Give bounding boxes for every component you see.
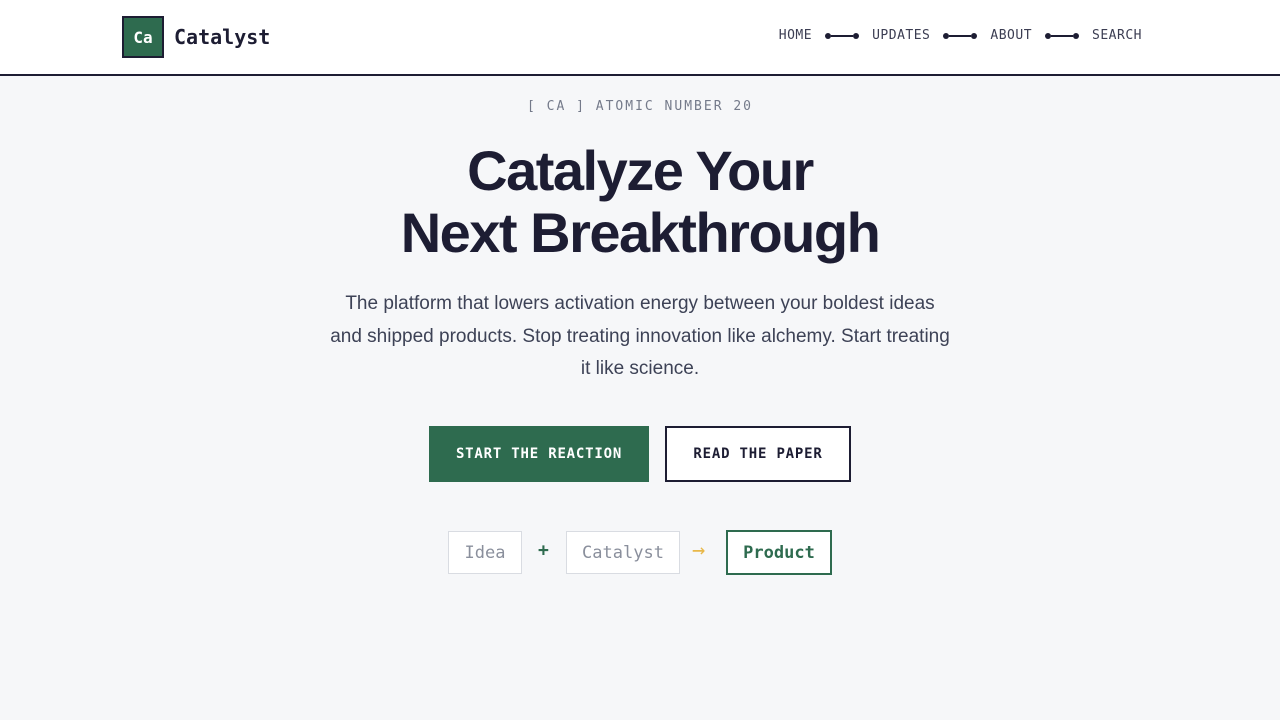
site-header: Ca Catalyst HOME UPDATES ABOUT SEARCH	[0, 0, 1280, 76]
product-chip: Product	[726, 530, 832, 575]
headline-line-2: Next Breakthrough	[400, 201, 881, 264]
bond-divider-icon	[825, 32, 860, 39]
main-nav: HOME UPDATES ABOUT SEARCH	[779, 28, 1142, 43]
hero-headline: Catalyze Your Next Breakthrough	[0, 140, 1280, 264]
bond-divider-icon	[1045, 32, 1080, 39]
logo-text: Catalyst	[174, 25, 271, 49]
headline-line-1: Catalyze Your	[467, 139, 814, 202]
reactant-idea-chip: Idea	[448, 531, 522, 574]
logo-link[interactable]: Ca Catalyst	[122, 16, 270, 58]
reactant-catalyst-chip: Catalyst	[566, 531, 680, 574]
plus-operator: +	[538, 540, 549, 561]
bond-divider-icon	[943, 32, 978, 39]
start-reaction-button[interactable]: START THE REACTION	[429, 426, 649, 482]
nav-about-link[interactable]: ABOUT	[990, 28, 1032, 43]
hero-eyebrow: [ CA ] ATOMIC NUMBER 20	[526, 99, 753, 114]
hero-subtext: The platform that lowers activation ener…	[330, 293, 950, 379]
read-paper-button[interactable]: READ THE PAPER	[665, 426, 851, 482]
reaction-equation: Idea + Catalyst → Product	[0, 530, 1280, 576]
nav-search-link[interactable]: SEARCH	[1092, 28, 1142, 43]
logo-symbol: Ca	[122, 16, 164, 58]
arrow-right-icon: →	[692, 538, 706, 563]
nav-home-link[interactable]: HOME	[779, 28, 812, 43]
nav-updates-link[interactable]: UPDATES	[872, 28, 930, 43]
